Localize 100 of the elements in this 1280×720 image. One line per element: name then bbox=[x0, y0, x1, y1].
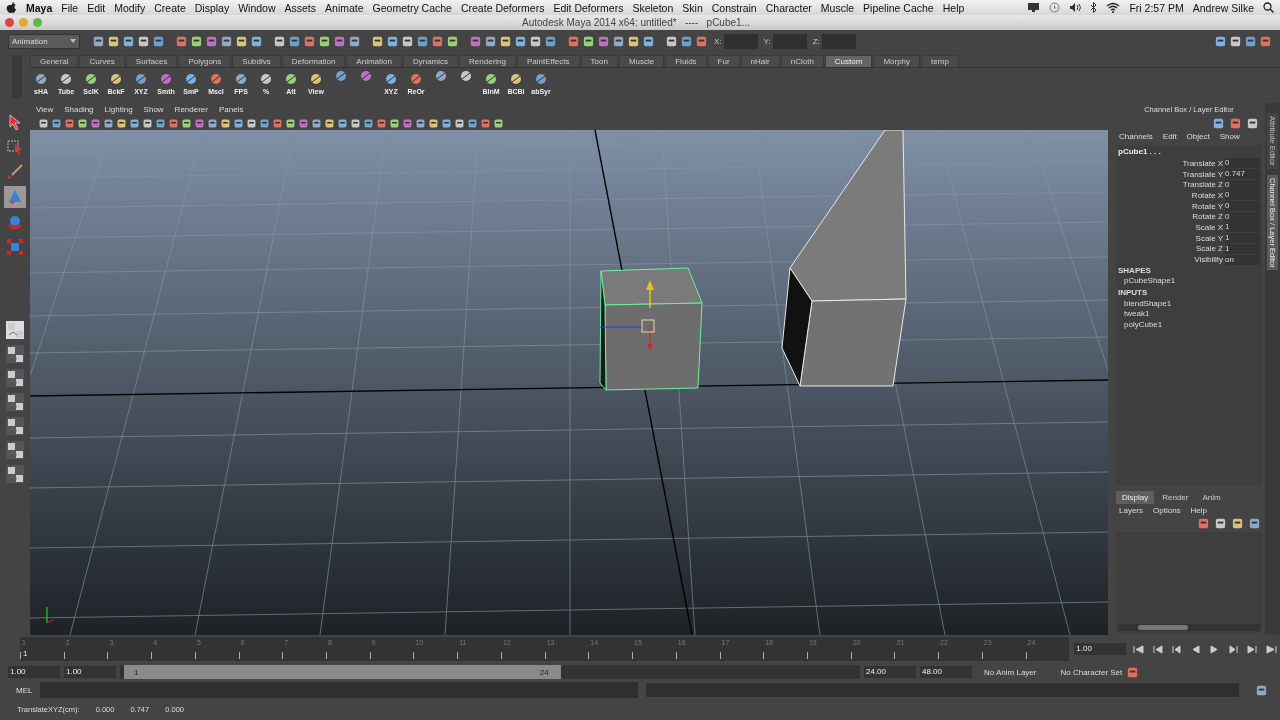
menu-item[interactable]: Constrain bbox=[711, 1, 757, 14]
layer-icon[interactable] bbox=[1214, 517, 1227, 530]
layer-tab[interactable]: Render bbox=[1156, 491, 1195, 504]
toolbar-icon[interactable] bbox=[190, 34, 203, 48]
panel-menu[interactable]: Renderer bbox=[174, 105, 208, 114]
panel-menu[interactable]: View bbox=[36, 105, 54, 114]
view-toolbar-icon[interactable] bbox=[155, 117, 166, 129]
view-toolbar-icon[interactable] bbox=[441, 117, 452, 129]
channel-menu[interactable]: Edit bbox=[1162, 132, 1177, 141]
node-item[interactable]: blendShape1 bbox=[1124, 298, 1172, 308]
channel-name[interactable]: Translate Y bbox=[1116, 169, 1225, 179]
view-toolbar-icon[interactable] bbox=[285, 117, 296, 129]
view-toolbar-icon[interactable] bbox=[38, 117, 49, 129]
view-toolbar-icon[interactable] bbox=[233, 117, 244, 129]
menu-item[interactable]: Window bbox=[238, 1, 276, 14]
view-toolbar-icon[interactable] bbox=[129, 117, 140, 129]
channel-name[interactable]: Scale Z bbox=[1116, 244, 1225, 254]
toolbar-icon[interactable] bbox=[175, 34, 188, 48]
toolbar-icon[interactable] bbox=[235, 34, 248, 48]
view-toolbar-icon[interactable] bbox=[168, 117, 179, 129]
toolbar-icon[interactable] bbox=[122, 34, 135, 48]
shelf-tab[interactable]: Muscle bbox=[618, 55, 665, 67]
monitor-icon[interactable] bbox=[1027, 2, 1041, 13]
toolbar-icon[interactable] bbox=[318, 34, 331, 48]
view-toolbar-icon[interactable] bbox=[90, 117, 101, 129]
menu-item[interactable]: Pipeline Cache bbox=[863, 1, 934, 14]
toolbar-icon[interactable] bbox=[92, 34, 105, 48]
clock-icon[interactable] bbox=[1049, 2, 1061, 13]
menu-item[interactable]: Display bbox=[194, 1, 230, 14]
layout-icon[interactable] bbox=[5, 392, 25, 412]
view-toolbar-icon[interactable] bbox=[220, 117, 231, 129]
view-toolbar-icon[interactable] bbox=[467, 117, 478, 129]
current-time-field[interactable]: 1.00 bbox=[1074, 643, 1126, 655]
shelf-tab[interactable]: Deformation bbox=[281, 55, 346, 67]
channel-name[interactable]: Visibility bbox=[1116, 255, 1225, 265]
search-icon[interactable] bbox=[1263, 2, 1274, 13]
toolbar-icon[interactable] bbox=[514, 34, 527, 48]
shelf-tab[interactable]: PaintEffects bbox=[517, 55, 580, 67]
view-toolbar-icon[interactable] bbox=[480, 117, 491, 129]
view-toolbar-icon[interactable] bbox=[142, 117, 153, 129]
toolbar-icon[interactable] bbox=[288, 34, 301, 48]
channel-value[interactable]: 0 bbox=[1225, 179, 1260, 190]
shelf-tab[interactable]: Polygons bbox=[178, 55, 232, 67]
volume-icon[interactable] bbox=[1069, 2, 1082, 13]
menu-item[interactable]: Skeleton bbox=[632, 1, 674, 14]
toolbar-icon[interactable] bbox=[303, 34, 316, 48]
view-toolbar-icon[interactable] bbox=[337, 117, 348, 129]
shelf-tab[interactable]: Custom bbox=[824, 55, 873, 67]
view-toolbar-icon[interactable] bbox=[363, 117, 374, 129]
layer-icon[interactable] bbox=[1231, 517, 1244, 530]
clock-text[interactable]: Fri 2:57 PM bbox=[1129, 1, 1184, 14]
toolbar-icon[interactable] bbox=[597, 34, 610, 48]
cube-drawing[interactable] bbox=[599, 267, 703, 391]
shelf-tab[interactable]: Fluids bbox=[665, 55, 707, 67]
channel-name[interactable]: Rotate Z bbox=[1116, 212, 1225, 222]
channel-value[interactable]: 0 bbox=[1225, 158, 1260, 169]
shelf-tab[interactable]: Dynamics bbox=[402, 55, 459, 67]
view-toolbar-icon[interactable] bbox=[51, 117, 62, 129]
layout-icon[interactable] bbox=[5, 440, 25, 460]
view-toolbar-icon[interactable] bbox=[181, 117, 192, 129]
menu-item[interactable]: Create bbox=[154, 1, 186, 14]
view-toolbar-icon[interactable] bbox=[298, 117, 309, 129]
toolbar-icon[interactable] bbox=[499, 34, 512, 48]
bluetooth-icon[interactable] bbox=[1090, 2, 1098, 13]
channel-menu[interactable]: Channels bbox=[1119, 132, 1153, 141]
toolbar-icon[interactable] bbox=[371, 34, 384, 48]
toolbar-icon[interactable] bbox=[386, 34, 399, 48]
range-end-field[interactable]: 24.00 bbox=[864, 666, 916, 678]
menu-item[interactable]: Skin bbox=[682, 1, 703, 14]
panel-toggle-icon[interactable] bbox=[1229, 34, 1242, 48]
layout-icon[interactable] bbox=[5, 368, 25, 388]
layer-tab[interactable]: Anim bbox=[1196, 491, 1227, 504]
layer-tab[interactable]: Display bbox=[1116, 491, 1155, 504]
toolbar-icon[interactable] bbox=[416, 34, 429, 48]
end-time-field[interactable]: 48.00 bbox=[920, 666, 972, 678]
panel-toggle-icon[interactable] bbox=[1259, 34, 1272, 48]
close-button[interactable] bbox=[5, 18, 14, 27]
panel-menu[interactable]: Lighting bbox=[104, 105, 133, 114]
layer-menu[interactable]: Help bbox=[1190, 506, 1208, 515]
layer-icon[interactable] bbox=[1248, 517, 1261, 530]
channel-name[interactable]: Rotate Y bbox=[1116, 201, 1225, 211]
channel-name[interactable]: Translate Z bbox=[1116, 180, 1225, 190]
view-toolbar-icon[interactable] bbox=[389, 117, 400, 129]
anim-layer-dropdown[interactable]: No Anim Layer bbox=[984, 667, 1037, 677]
box-drawing[interactable] bbox=[781, 130, 907, 387]
move-manipulator-icon[interactable] bbox=[599, 280, 655, 350]
node-item[interactable]: polyCube1 bbox=[1124, 319, 1163, 329]
toolbar-icon[interactable] bbox=[665, 34, 678, 48]
panel-toggle-icon[interactable] bbox=[1214, 34, 1227, 48]
channel-value[interactable]: 0.747 bbox=[1225, 169, 1260, 180]
view-toolbar-icon[interactable] bbox=[415, 117, 426, 129]
command-language-label[interactable]: MEL bbox=[16, 685, 33, 695]
toolbar-icon[interactable] bbox=[152, 34, 165, 48]
panel-menu[interactable]: Show bbox=[143, 105, 164, 114]
shelf-tab[interactable]: Fur bbox=[707, 55, 740, 67]
layout-icon[interactable] bbox=[5, 344, 25, 364]
channel-name[interactable]: Translate X bbox=[1116, 158, 1225, 168]
view-toolbar-icon[interactable] bbox=[493, 117, 504, 129]
view-toolbar-icon[interactable] bbox=[402, 117, 413, 129]
panel-icon[interactable] bbox=[1229, 117, 1242, 130]
